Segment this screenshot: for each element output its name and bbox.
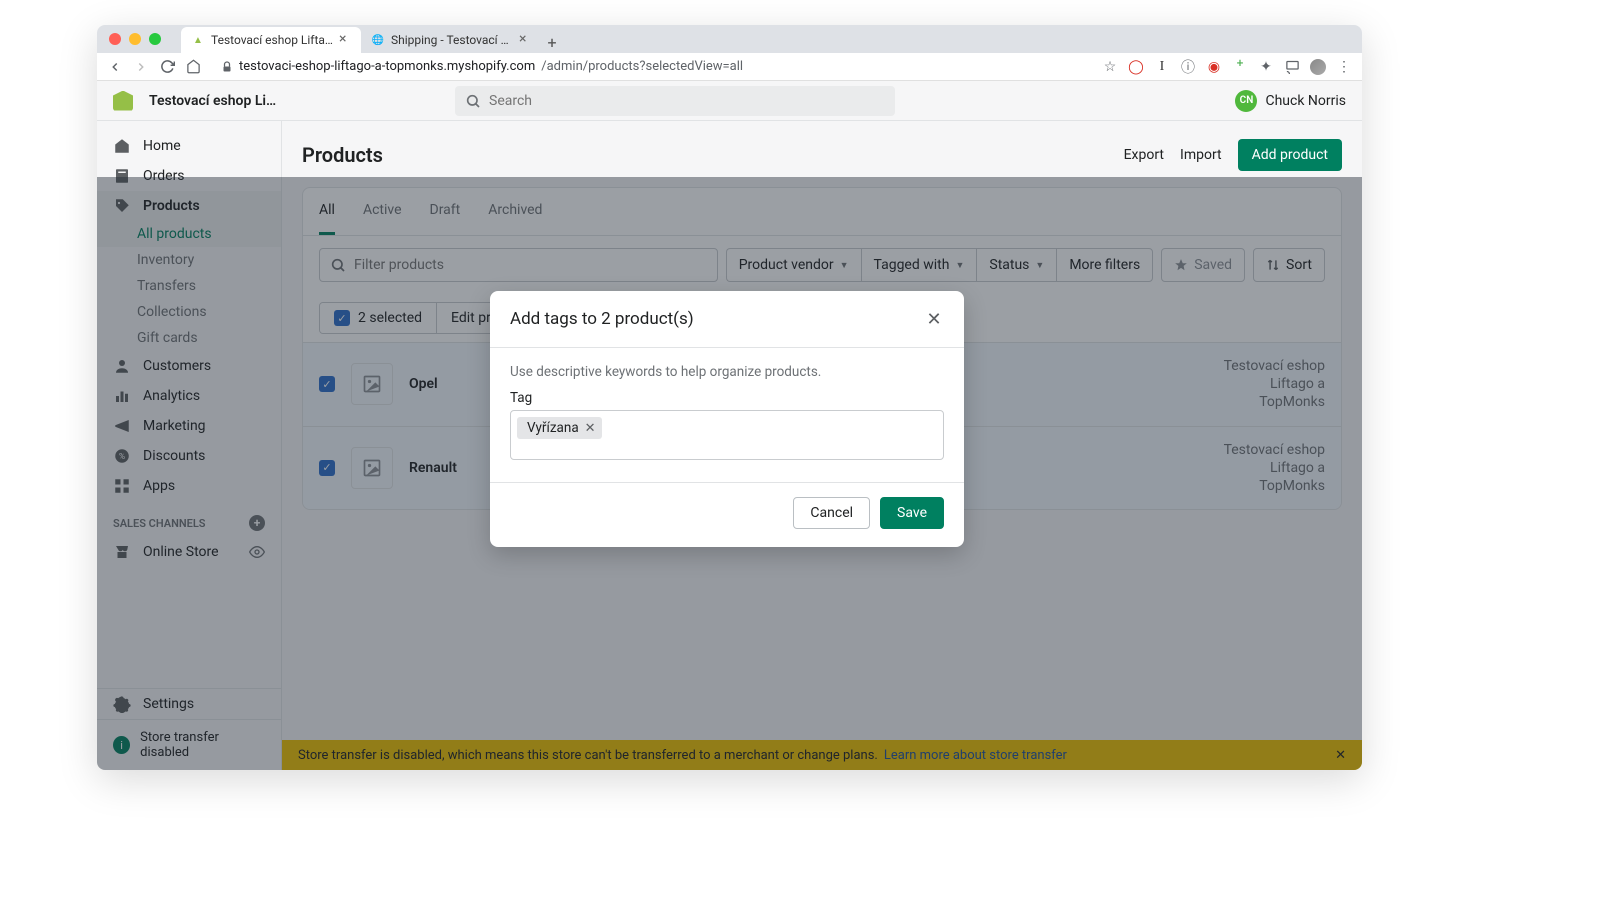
browser-window: ▲ Testovací eshop Liftago a Top… × 🌐 Shi…	[97, 25, 1362, 770]
cancel-button[interactable]: Cancel	[793, 497, 870, 529]
back-button[interactable]	[107, 59, 123, 75]
user-name: Chuck Norris	[1265, 93, 1346, 109]
tag-text: Vyřízana	[527, 420, 579, 436]
app-header: Testovací eshop Liftag… CN Chuck Norris	[97, 81, 1362, 121]
url-input[interactable]: testovaci-eshop-liftago-a-topmonks.mysho…	[211, 56, 1092, 78]
tab-title: Shipping - Testovací eshop Lif…	[391, 33, 513, 47]
export-button[interactable]: Export	[1124, 147, 1164, 163]
browser-tab-1[interactable]: ▲ Testovací eshop Liftago a Top… ×	[181, 27, 361, 53]
ext-icon-1[interactable]: ◯	[1128, 59, 1144, 75]
user-menu[interactable]: CN Chuck Norris	[1235, 90, 1346, 112]
cast-icon[interactable]	[1284, 59, 1300, 75]
home-button[interactable]	[185, 59, 201, 75]
search-icon	[465, 93, 481, 109]
ext-icon-4[interactable]: ◉	[1206, 59, 1222, 75]
sidebar-item-home[interactable]: Home	[97, 131, 281, 161]
tab-close-icon[interactable]: ×	[519, 34, 531, 46]
lock-icon	[221, 61, 233, 73]
search-input[interactable]	[489, 93, 885, 109]
tab-title: Testovací eshop Liftago a Top…	[211, 33, 333, 47]
modal-hint: Use descriptive keywords to help organiz…	[510, 364, 944, 380]
reload-button[interactable]	[159, 59, 175, 75]
globe-favicon-icon: 🌐	[371, 33, 385, 47]
tab-close-icon[interactable]: ×	[339, 34, 351, 46]
profile-avatar[interactable]	[1310, 59, 1326, 75]
extension-icons: ☆ ◯ I ⓘ ◉ ⁺ ✦ ⋮	[1102, 59, 1352, 75]
nav-label: Home	[143, 138, 181, 154]
add-tags-modal: Add tags to 2 product(s) ✕ Use descripti…	[490, 291, 964, 547]
url-host: testovaci-eshop-liftago-a-topmonks.mysho…	[239, 59, 535, 74]
modal-close-button[interactable]: ✕	[924, 309, 944, 329]
window-maximize[interactable]	[149, 33, 161, 45]
browser-tab-bar: ▲ Testovací eshop Liftago a Top… × 🌐 Shi…	[97, 25, 1362, 53]
shopify-logo-icon	[113, 91, 133, 111]
star-icon[interactable]: ☆	[1102, 59, 1118, 75]
extensions-icon[interactable]: ✦	[1258, 59, 1274, 75]
ext-icon-2[interactable]: I	[1154, 59, 1170, 75]
browser-tab-2[interactable]: 🌐 Shipping - Testovací eshop Lif… ×	[361, 27, 541, 53]
global-search[interactable]	[455, 86, 895, 116]
avatar: CN	[1235, 90, 1257, 112]
address-bar: testovaci-eshop-liftago-a-topmonks.mysho…	[97, 53, 1362, 81]
window-controls	[109, 33, 161, 45]
modal-title: Add tags to 2 product(s)	[510, 309, 694, 329]
tag-label: Tag	[510, 390, 944, 406]
shop-favicon-icon: ▲	[191, 33, 205, 47]
url-path: /admin/products?selectedView=all	[541, 59, 743, 74]
new-tab-button[interactable]: +	[541, 31, 563, 53]
ext-icon-3[interactable]: ⓘ	[1180, 59, 1196, 75]
save-button[interactable]: Save	[880, 497, 944, 529]
window-minimize[interactable]	[129, 33, 141, 45]
add-product-button[interactable]: Add product	[1238, 139, 1342, 171]
forward-button[interactable]	[133, 59, 149, 75]
window-close[interactable]	[109, 33, 121, 45]
tag-chip: Vyřízana ✕	[517, 417, 602, 439]
shop-name[interactable]: Testovací eshop Liftag…	[149, 93, 279, 109]
tag-input[interactable]: Vyřízana ✕	[510, 410, 944, 460]
home-icon	[113, 137, 131, 155]
import-button[interactable]: Import	[1180, 147, 1222, 163]
ext-icon-5[interactable]: ⁺	[1232, 59, 1248, 75]
page-title: Products	[302, 143, 383, 167]
remove-tag-icon[interactable]: ✕	[585, 421, 596, 436]
menu-icon[interactable]: ⋮	[1336, 59, 1352, 75]
